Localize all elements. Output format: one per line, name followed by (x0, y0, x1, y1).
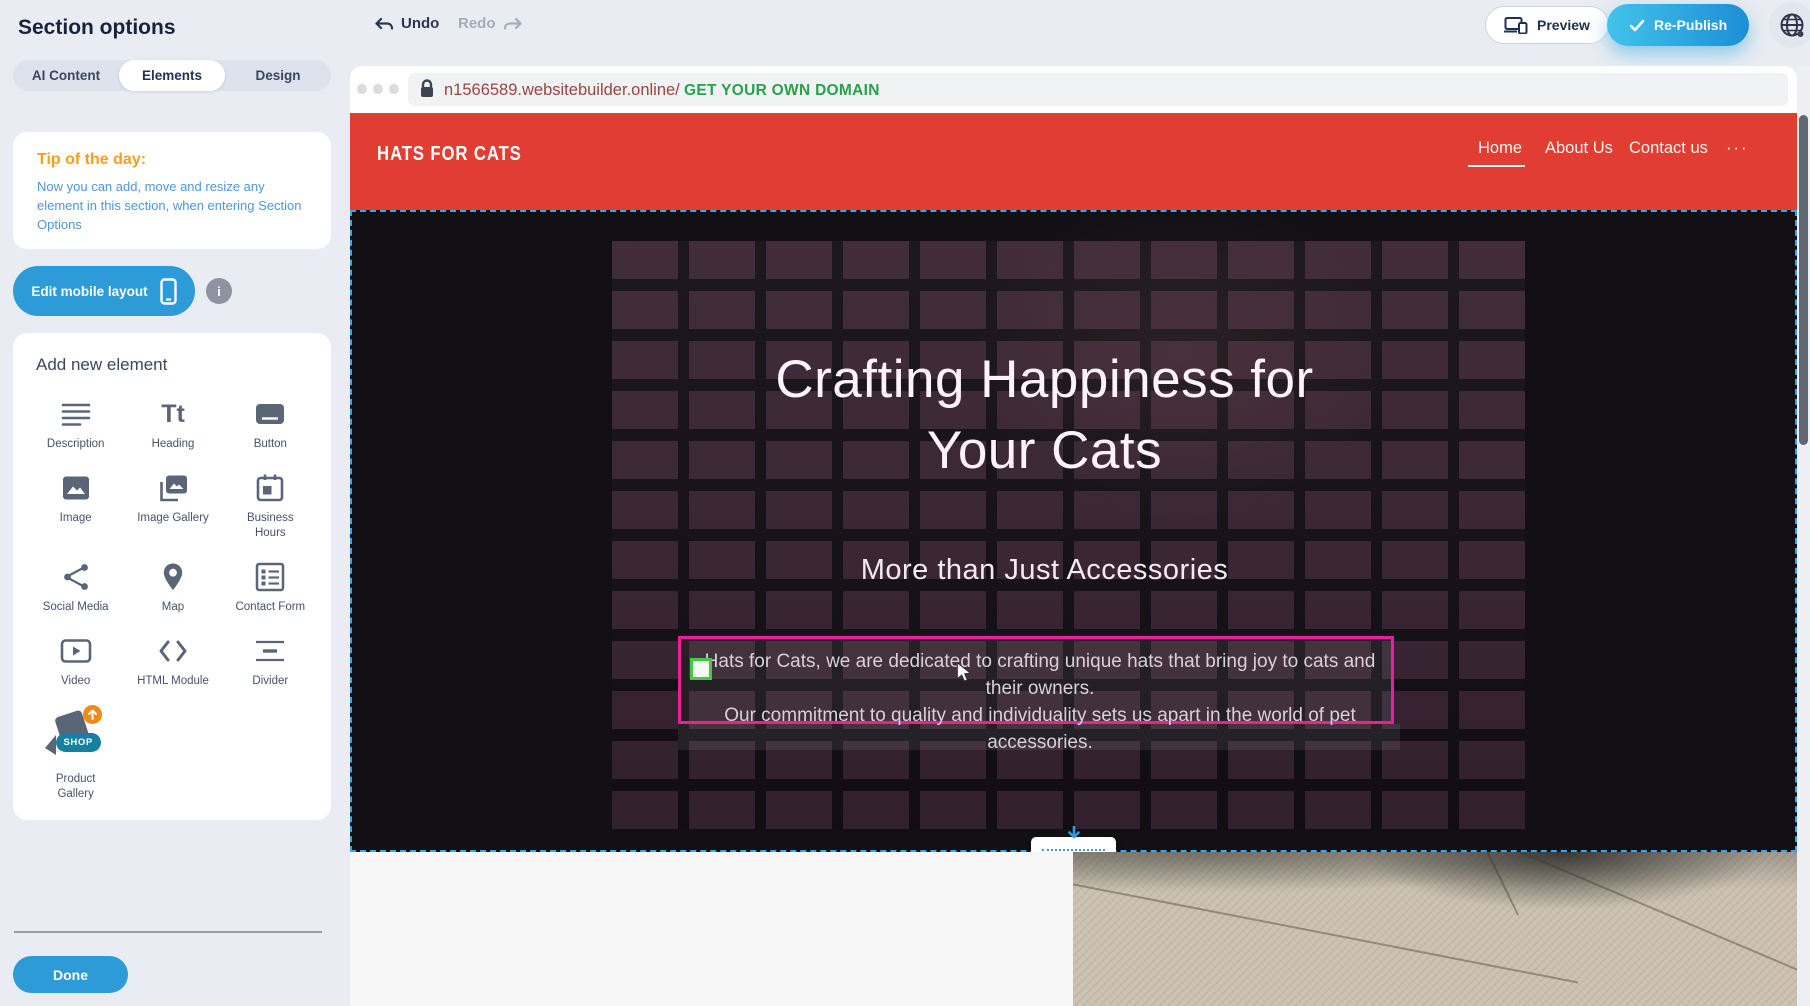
info-button[interactable]: i (206, 278, 232, 304)
tab-design[interactable]: Design (225, 60, 331, 91)
page-title: Section options (18, 16, 176, 40)
edit-mobile-layout-label: Edit mobile layout (31, 284, 147, 299)
window-dot-3 (389, 84, 399, 94)
undo-button[interactable]: Undo (374, 15, 439, 32)
window-dot-1 (357, 84, 367, 94)
arrow-down-icon (1066, 826, 1082, 842)
page: Section options Undo Redo Preview Re-Pub… (0, 0, 1810, 1006)
nav-home-underline (1468, 165, 1525, 167)
hero-section[interactable]: Crafting Happiness for Your Cats More th… (350, 210, 1797, 852)
preview-button[interactable]: Preview (1485, 6, 1609, 44)
heading-icon: Tt (161, 398, 185, 430)
globe-icon (1779, 12, 1805, 38)
element-social-media[interactable]: Social Media (27, 561, 124, 615)
image-icon (60, 472, 92, 504)
map-pin-icon (158, 561, 188, 593)
hero-paragraph[interactable]: Hats for Cats, we are dedicated to craft… (699, 648, 1381, 756)
element-product-gallery[interactable]: SHOP Product Gallery (27, 709, 124, 802)
element-description[interactable]: Description (27, 398, 124, 452)
nav-home[interactable]: Home (1478, 139, 1522, 158)
nav-contact-us[interactable]: Contact us (1629, 139, 1708, 158)
redo-label: Redo (458, 15, 496, 32)
element-image-gallery[interactable]: Image Gallery (124, 472, 221, 541)
element-business-hours[interactable]: Business Hours (222, 472, 319, 541)
site-logo[interactable]: HATS FOR CATS (377, 143, 522, 166)
product-gallery-icon: SHOP (43, 709, 109, 765)
upload-arrow-icon (88, 709, 97, 720)
image-gallery-icon (157, 472, 189, 504)
element-button[interactable]: Button (222, 398, 319, 452)
element-divider[interactable]: Divider (222, 635, 319, 689)
divider-icon (254, 635, 286, 667)
button-icon (254, 398, 286, 430)
shop-badge: SHOP (56, 733, 101, 752)
done-label: Done (53, 967, 88, 983)
republish-button[interactable]: Re-Publish (1607, 4, 1749, 46)
redo-icon (503, 16, 523, 32)
check-icon (1629, 19, 1645, 32)
info-icon: i (217, 284, 221, 299)
language-globe-button[interactable] (1769, 2, 1810, 48)
pavement-shadow (1073, 852, 1797, 1006)
video-icon (60, 635, 92, 667)
nav-more[interactable]: ··· (1726, 139, 1748, 158)
element-heading[interactable]: Tt Heading (124, 398, 221, 452)
description-icon (60, 398, 92, 430)
paragraph-selection-box[interactable]: Hats for Cats, we are dedicated to craft… (678, 636, 1394, 724)
mouse-cursor (956, 662, 972, 682)
element-contact-form[interactable]: Contact Form (222, 561, 319, 615)
hero-heading[interactable]: Crafting Happiness for Your Cats (352, 344, 1737, 486)
code-icon (157, 635, 189, 667)
sidebar-tabs: AI Content Elements Design (13, 60, 331, 91)
element-html-module[interactable]: HTML Module (124, 635, 221, 689)
contact-form-icon (254, 561, 286, 593)
element-map[interactable]: Map (124, 561, 221, 615)
tip-title: Tip of the day: (37, 151, 307, 169)
phone-icon (160, 278, 177, 305)
resize-dotted-line (1042, 849, 1105, 851)
get-domain-link[interactable]: GET YOUR OWN DOMAIN (684, 82, 880, 100)
preview-label: Preview (1537, 17, 1590, 33)
add-element-title: Add new element (36, 355, 167, 375)
element-video[interactable]: Video (27, 635, 124, 689)
tab-elements[interactable]: Elements (119, 60, 225, 91)
scrollbar-thumb[interactable] (1799, 115, 1808, 445)
lock-icon (419, 78, 435, 99)
next-section-blank (350, 852, 1073, 1006)
sidebar-divider (14, 931, 322, 933)
hero-subheading[interactable]: More than Just Accessories (352, 554, 1737, 587)
url-text[interactable]: n1566589.websitebuilder.online/ (444, 81, 680, 100)
element-grid: Description Tt Heading Button Image (27, 398, 319, 802)
done-button[interactable]: Done (13, 956, 128, 993)
tip-card: Tip of the day: Now you can add, move an… (13, 132, 331, 249)
edit-mobile-layout-button[interactable]: Edit mobile layout (13, 266, 195, 316)
tip-body: Now you can add, move and resize any ele… (37, 178, 305, 235)
republish-label: Re-Publish (1654, 17, 1727, 33)
next-section-image (1073, 852, 1797, 1006)
business-hours-icon (254, 472, 286, 504)
site-header (350, 113, 1797, 210)
redo-button[interactable]: Redo (458, 15, 523, 32)
tab-ai-content[interactable]: AI Content (13, 60, 119, 91)
social-media-icon (61, 561, 91, 593)
devices-icon (1504, 16, 1528, 34)
selection-drag-handle[interactable] (690, 658, 712, 680)
undo-label: Undo (401, 15, 439, 32)
undo-icon (374, 16, 394, 32)
window-dot-2 (373, 84, 383, 94)
element-image[interactable]: Image (27, 472, 124, 541)
nav-about-us[interactable]: About Us (1545, 139, 1613, 158)
